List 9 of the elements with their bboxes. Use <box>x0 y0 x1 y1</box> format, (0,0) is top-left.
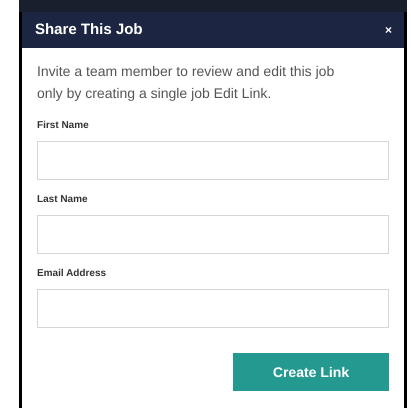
input-field[interactable] <box>37 215 389 254</box>
intro-text: Invite a team member to review and edit this job only by creating a single job Edit Link. <box>37 62 336 103</box>
input-field[interactable] <box>37 289 389 328</box>
input-field[interactable] <box>37 141 389 180</box>
close-button[interactable]: × <box>384 24 392 36</box>
field-label: First Name <box>37 119 90 133</box>
field-label: Email Address <box>37 267 108 281</box>
field-label: Last Name <box>37 193 89 207</box>
dialog-title: Share This Job <box>35 20 143 40</box>
